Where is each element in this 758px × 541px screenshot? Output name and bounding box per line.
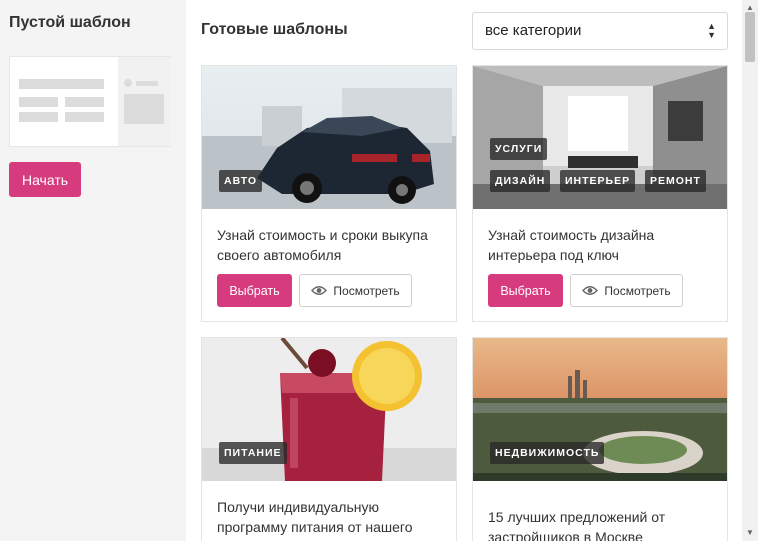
sidebar-title: Пустой шаблон xyxy=(9,14,131,31)
card-tag: УСЛУГИ xyxy=(490,138,548,160)
card-tag: ПИТАНИЕ xyxy=(219,442,287,464)
card-tag: НЕДВИЖИМОСТЬ xyxy=(490,442,605,464)
select-button[interactable]: Выбрать xyxy=(217,274,292,307)
preview-button[interactable]: Посмотреть xyxy=(299,274,412,307)
preview-block xyxy=(124,94,164,124)
start-button[interactable]: Начать xyxy=(9,162,81,197)
preview-field xyxy=(19,97,58,107)
card-title: Узнай стоимость дизайна интерьера под кл… xyxy=(488,227,655,263)
select-button[interactable]: Выбрать xyxy=(488,274,563,307)
template-card[interactable]: ПИТАНИЕ Получи индивидуальную программу … xyxy=(201,337,457,541)
preview-line xyxy=(136,81,158,86)
card-tag: РЕМОНТ xyxy=(645,170,706,192)
preview-dot xyxy=(124,79,132,87)
scrollbar[interactable]: ▲ ▼ xyxy=(742,0,758,541)
page-title: Готовые шаблоны xyxy=(201,21,348,38)
card-tag: ДИЗАЙН xyxy=(490,170,551,192)
preview-button[interactable]: Посмотреть xyxy=(570,274,683,307)
template-card[interactable]: УСЛУГИ ДИЗАЙН ИНТЕРЬЕР РЕМОНТ Узнай стои… xyxy=(472,65,728,322)
preview-line xyxy=(19,79,104,89)
blank-template-preview[interactable] xyxy=(9,56,171,147)
preview-label: Посмотреть xyxy=(333,283,400,298)
card-tag: АВТО xyxy=(219,170,263,192)
card-title: Узнай стоимость и сроки выкупа своего ав… xyxy=(217,227,428,263)
category-select-value: все категории xyxy=(485,22,582,39)
eye-icon xyxy=(582,286,599,295)
preview-label: Посмотреть xyxy=(604,283,671,298)
eye-icon xyxy=(311,286,328,295)
updown-icon: ▲ ▼ xyxy=(707,21,716,40)
scroll-down-icon[interactable]: ▼ xyxy=(746,528,754,537)
scrollbar-thumb[interactable] xyxy=(745,12,755,62)
scroll-up-icon[interactable]: ▲ xyxy=(746,3,754,12)
sidebar: Пустой шаблон Начать xyxy=(0,0,186,541)
preview-field xyxy=(65,97,104,107)
card-title: Получи индивидуальную программу питания … xyxy=(217,499,413,535)
category-select[interactable]: все категории ▲ ▼ xyxy=(472,12,728,50)
preview-field xyxy=(65,112,104,122)
card-title: 15 лучших предложений от застройщиков в … xyxy=(488,509,666,541)
preview-sidebar xyxy=(118,57,171,146)
template-card[interactable]: АВТО Узнай стоимость и сроки выкупа свое… xyxy=(201,65,457,322)
preview-field xyxy=(19,112,58,122)
card-tag: ИНТЕРЬЕР xyxy=(560,170,636,192)
template-card[interactable]: НЕДВИЖИМОСТЬ 15 лучших предложений от за… xyxy=(472,337,728,541)
